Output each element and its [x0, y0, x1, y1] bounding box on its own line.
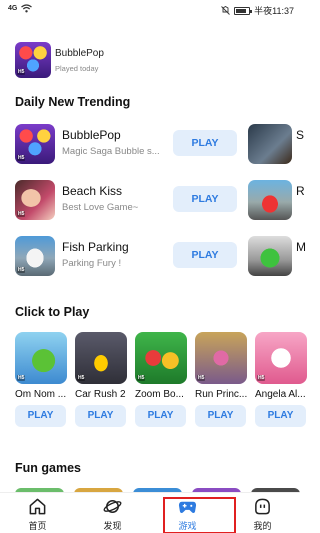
trending-row[interactable]: H5 BubblePop Magic Saga Bubble s... PLAY…	[15, 124, 304, 166]
game-name: Car Rush 2	[75, 389, 126, 400]
bottom-nav: 首页 发现 游戏 我的	[0, 492, 300, 533]
play-button[interactable]: PLAY	[173, 242, 237, 268]
trending-row[interactable]: H5 Beach Kiss Best Love Game~ PLAY R	[15, 180, 305, 222]
profile-icon	[255, 498, 270, 515]
game-thumb: H5	[135, 332, 187, 384]
game-thumb: H5	[255, 332, 307, 384]
game-subtitle: Best Love Game~	[62, 202, 139, 213]
nav-home-label: 首页	[28, 521, 47, 531]
play-button[interactable]: PLAY	[195, 405, 246, 427]
trending-row[interactable]: H5 Fish Parking Parking Fury ! PLAY M	[15, 236, 306, 278]
grid-game[interactable]: H5 Run Princ... PLAY	[195, 332, 247, 427]
nav-games[interactable]: 游戏	[150, 493, 225, 533]
game-name: BubblePop	[62, 128, 121, 142]
game-thumb: H5	[15, 332, 67, 384]
game-name: Zoom Bo...	[135, 389, 184, 400]
grid-game[interactable]: H5 Angela Al... PLAY	[255, 332, 307, 427]
nav-discover-label: 发现	[103, 521, 122, 531]
next-column-thumb[interactable]	[248, 236, 292, 276]
play-button[interactable]: PLAY	[173, 186, 237, 212]
next-column-label: M	[296, 240, 306, 254]
click-to-play-grid: H5 Om Nom ... PLAY H5 Car Rush 2 PLAY H5…	[15, 332, 307, 432]
nav-profile[interactable]: 我的	[225, 493, 300, 533]
recent-game-subtitle: Played today	[55, 64, 99, 73]
game-subtitle: Parking Fury !	[62, 258, 122, 269]
nav-games-label: 游戏	[178, 521, 197, 531]
game-thumb: H5	[195, 332, 247, 384]
mute-icon	[221, 6, 230, 15]
play-button[interactable]: PLAY	[173, 130, 237, 156]
section-click-to-play: Click to Play	[15, 305, 90, 319]
nav-discover[interactable]: 发现	[75, 493, 150, 533]
game-thumb: H5	[15, 236, 55, 276]
nav-home[interactable]: 首页	[0, 493, 75, 533]
recent-game-name: BubblePop	[55, 48, 104, 59]
next-column-label: S	[296, 128, 305, 142]
home-icon	[29, 498, 46, 515]
game-name: Beach Kiss	[62, 184, 123, 198]
play-button[interactable]: PLAY	[255, 405, 306, 427]
play-button[interactable]: PLAY	[15, 405, 66, 427]
game-name: Run Princ...	[195, 389, 248, 400]
recent-game[interactable]: H5 BubblePop Played today	[15, 42, 285, 78]
grid-game[interactable]: H5 Zoom Bo... PLAY	[135, 332, 187, 427]
game-thumb: H5	[15, 180, 55, 220]
game-name: Angela Al...	[255, 389, 306, 400]
game-thumb: H5	[75, 332, 127, 384]
section-daily-trending: Daily New Trending	[15, 95, 131, 109]
grid-game[interactable]: H5 Car Rush 2 PLAY	[75, 332, 127, 427]
grid-game[interactable]: H5 Om Nom ... PLAY	[15, 332, 67, 427]
section-fun-games: Fun games	[15, 461, 81, 475]
game-name: Om Nom ...	[15, 389, 67, 400]
status-bar: 4G 半夜11:37	[0, 0, 300, 20]
game-subtitle: Magic Saga Bubble s...	[62, 146, 160, 157]
planet-icon	[103, 500, 122, 513]
wifi-icon	[21, 4, 33, 13]
game-name: Fish Parking	[62, 240, 129, 254]
game-thumb: H5	[15, 124, 55, 164]
next-column-thumb[interactable]	[248, 124, 292, 164]
next-column-label: R	[296, 184, 305, 198]
battery-icon	[234, 6, 253, 15]
play-button[interactable]: PLAY	[135, 405, 186, 427]
clock: 半夜11:37	[254, 6, 294, 16]
nav-profile-label: 我的	[253, 521, 272, 531]
play-button[interactable]: PLAY	[75, 405, 126, 427]
bubblepop-thumb: H5	[15, 42, 51, 78]
signal-text: 4G	[8, 5, 18, 12]
next-column-thumb[interactable]	[248, 180, 292, 220]
gamepad-icon	[178, 501, 197, 513]
